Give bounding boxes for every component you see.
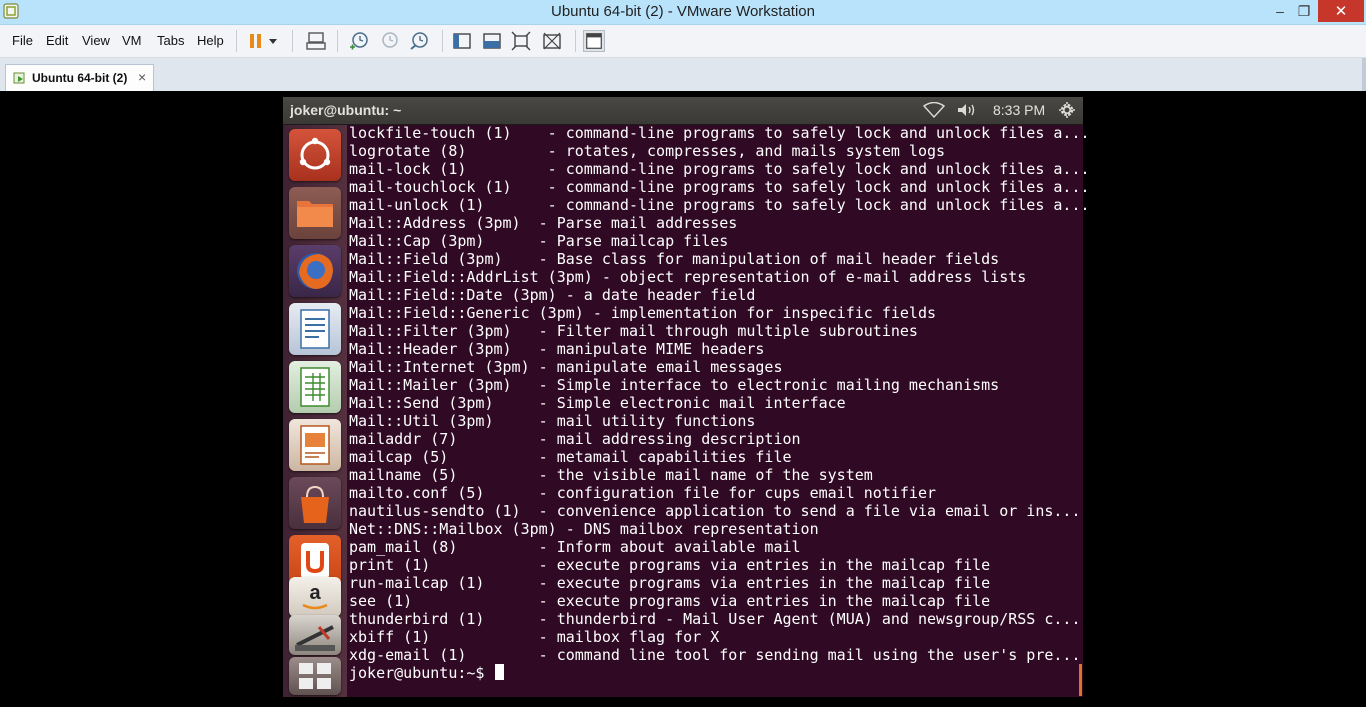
terminal-line: Mail::Util (3pm) - mail utility function… bbox=[349, 412, 756, 430]
terminal-prompt-line[interactable]: joker@ubuntu:~$ bbox=[349, 664, 504, 682]
vm-running-icon bbox=[13, 72, 25, 84]
terminal-line: mail-lock (1) - command-line programs to… bbox=[349, 160, 1090, 178]
terminal-line: Mail::Filter (3pm) - Filter mail through… bbox=[349, 322, 918, 340]
terminal-line: nautilus-sendto (1) - convenience applic… bbox=[349, 502, 1081, 520]
launcher-libreoffice-writer[interactable] bbox=[289, 303, 341, 355]
terminal-line: run-mailcap (1) - execute programs via e… bbox=[349, 574, 991, 592]
terminal-prompt: joker@ubuntu:~$ bbox=[349, 664, 494, 682]
terminal-line: Mail::Field::Generic (3pm) - implementat… bbox=[349, 304, 936, 322]
toolbar-separator bbox=[575, 30, 576, 52]
window-title: Ubuntu 64-bit (2) - VMware Workstation bbox=[551, 3, 815, 20]
menu-edit[interactable]: Edit bbox=[46, 33, 68, 48]
quick-switch-icon[interactable] bbox=[481, 30, 503, 52]
terminal-line: mail-unlock (1) - command-line programs … bbox=[349, 196, 1090, 214]
calc-spreadsheet-icon bbox=[300, 367, 330, 407]
terminal-cursor bbox=[494, 664, 504, 680]
gear-icon[interactable] bbox=[1058, 101, 1076, 119]
tab-bar-edge bbox=[1362, 58, 1366, 91]
writer-document-icon bbox=[300, 309, 330, 349]
snapshot-manager-icon[interactable] bbox=[408, 30, 430, 52]
pause-icon[interactable] bbox=[245, 30, 267, 52]
unity-launcher: a bbox=[283, 125, 348, 697]
terminal-line: print (1) - execute programs via entries… bbox=[349, 556, 991, 574]
launcher-files[interactable] bbox=[289, 187, 341, 239]
tab-ubuntu-64-bit-2[interactable]: Ubuntu 64-bit (2) × bbox=[5, 64, 154, 91]
snapshot-take-icon[interactable] bbox=[348, 30, 370, 52]
ubuntu-guest-screen[interactable]: joker@ubuntu: ~ 8:33 PM a lockfile-touch… bbox=[283, 97, 1090, 697]
terminal-line: Mail::Field::AddrList (3pm) - object rep… bbox=[349, 268, 1027, 286]
menu-view[interactable]: View bbox=[82, 33, 110, 48]
maximize-button[interactable]: ❐ bbox=[1290, 0, 1318, 22]
tab-bar: Ubuntu 64-bit (2) × bbox=[0, 58, 1366, 91]
terminal-line: Mail::Address (3pm) - Parse mail address… bbox=[349, 214, 738, 232]
launcher-firefox[interactable] bbox=[289, 245, 341, 297]
svg-text:a: a bbox=[309, 582, 321, 604]
menubar: File Edit View VM Tabs Help bbox=[0, 25, 1366, 58]
launcher-workspace-switcher[interactable] bbox=[289, 657, 341, 695]
terminal-line: logrotate (8) - rotates, compresses, and… bbox=[349, 142, 946, 160]
terminal-line: Mail::Field (3pm) - Base class for manip… bbox=[349, 250, 1000, 268]
shopping-bag-icon bbox=[301, 485, 329, 523]
menu-tabs[interactable]: Tabs bbox=[157, 33, 184, 48]
terminal-line: Mail::Send (3pm) - Simple electronic mai… bbox=[349, 394, 846, 412]
launcher-software-center[interactable] bbox=[289, 477, 341, 529]
terminal-line: see (1) - execute programs via entries i… bbox=[349, 592, 991, 610]
menu-help[interactable]: Help bbox=[197, 33, 224, 48]
toolbar-separator bbox=[292, 30, 293, 52]
terminal-output[interactable]: lockfile-touch (1) - command-line progra… bbox=[347, 124, 1090, 697]
workspace-grid-icon bbox=[299, 663, 331, 689]
send-ctrl-alt-del-icon[interactable] bbox=[305, 30, 327, 52]
console-view-icon[interactable] bbox=[451, 30, 473, 52]
terminal-line: xbiff (1) - mailbox flag for X bbox=[349, 628, 720, 646]
folder-icon bbox=[297, 201, 333, 227]
terminal-line: Mail::Internet (3pm) - manipulate email … bbox=[349, 358, 783, 376]
menu-vm[interactable]: VM bbox=[122, 33, 142, 48]
amazon-icon: a bbox=[302, 582, 328, 610]
terminal-line: pam_mail (8) - Inform about available ma… bbox=[349, 538, 801, 556]
wifi-icon[interactable] bbox=[923, 102, 945, 118]
unity-icon[interactable] bbox=[541, 30, 563, 52]
terminal-line: Mail::Field::Date (3pm) - a date header … bbox=[349, 286, 756, 304]
terminal-line: thunderbird (1) - thunderbird - Mail Use… bbox=[349, 610, 1081, 628]
tab-label: Ubuntu 64-bit (2) bbox=[32, 71, 128, 85]
panel-clock[interactable]: 8:33 PM bbox=[993, 102, 1045, 118]
terminal-line: mail-touchlock (1) - command-line progra… bbox=[349, 178, 1090, 196]
launcher-libreoffice-impress[interactable] bbox=[289, 419, 341, 471]
terminal-line: Mail::Header (3pm) - manipulate MIME hea… bbox=[349, 340, 765, 358]
dropdown-arrow-icon[interactable] bbox=[266, 30, 280, 52]
ubuntu-logo-icon bbox=[299, 137, 331, 170]
terminal-line: lockfile-touch (1) - command-line progra… bbox=[349, 124, 1090, 142]
launcher-libreoffice-calc[interactable] bbox=[289, 361, 341, 413]
terminal-line: Mail::Mailer (3pm) - Simple interface to… bbox=[349, 376, 1000, 394]
firefox-icon bbox=[297, 253, 333, 289]
toolbar-separator bbox=[442, 30, 443, 52]
window-titlebar: Ubuntu 64-bit (2) - VMware Workstation –… bbox=[0, 0, 1366, 25]
launcher-system-settings[interactable] bbox=[289, 615, 341, 655]
tab-close-icon[interactable]: × bbox=[138, 69, 146, 85]
terminal-line: mailcap (5) - metamail capabilities file bbox=[349, 448, 792, 466]
terminal-line: xdg-email (1) - command line tool for se… bbox=[349, 646, 1081, 664]
terminal-line: mailname (5) - the visible mail name of … bbox=[349, 466, 873, 484]
impress-presentation-icon bbox=[300, 425, 330, 465]
toolbar-separator bbox=[337, 30, 338, 52]
launcher-amazon[interactable]: a bbox=[289, 577, 341, 617]
snapshot-revert-icon[interactable] bbox=[378, 30, 400, 52]
terminal-window-title: joker@ubuntu: ~ bbox=[290, 102, 402, 118]
close-button[interactable]: ✕ bbox=[1318, 0, 1364, 22]
settings-tools-icon bbox=[295, 625, 335, 651]
menu-file[interactable]: File bbox=[12, 33, 33, 48]
volume-icon[interactable] bbox=[956, 102, 978, 118]
terminal-line: mailaddr (7) - mail addressing descripti… bbox=[349, 430, 801, 448]
launcher-dash-home[interactable] bbox=[289, 129, 341, 181]
library-icon[interactable] bbox=[583, 30, 605, 52]
terminal-line: mailto.conf (5) - configuration file for… bbox=[349, 484, 936, 502]
terminal-line: Net::DNS::Mailbox (3pm) - DNS mailbox re… bbox=[349, 520, 819, 538]
toolbar-separator bbox=[236, 30, 237, 52]
terminal-line: Mail::Cap (3pm) - Parse mailcap files bbox=[349, 232, 729, 250]
terminal-scroll-handle[interactable] bbox=[1079, 664, 1082, 696]
fullscreen-icon[interactable] bbox=[510, 30, 532, 52]
ubuntu-top-panel: joker@ubuntu: ~ 8:33 PM bbox=[283, 97, 1083, 125]
